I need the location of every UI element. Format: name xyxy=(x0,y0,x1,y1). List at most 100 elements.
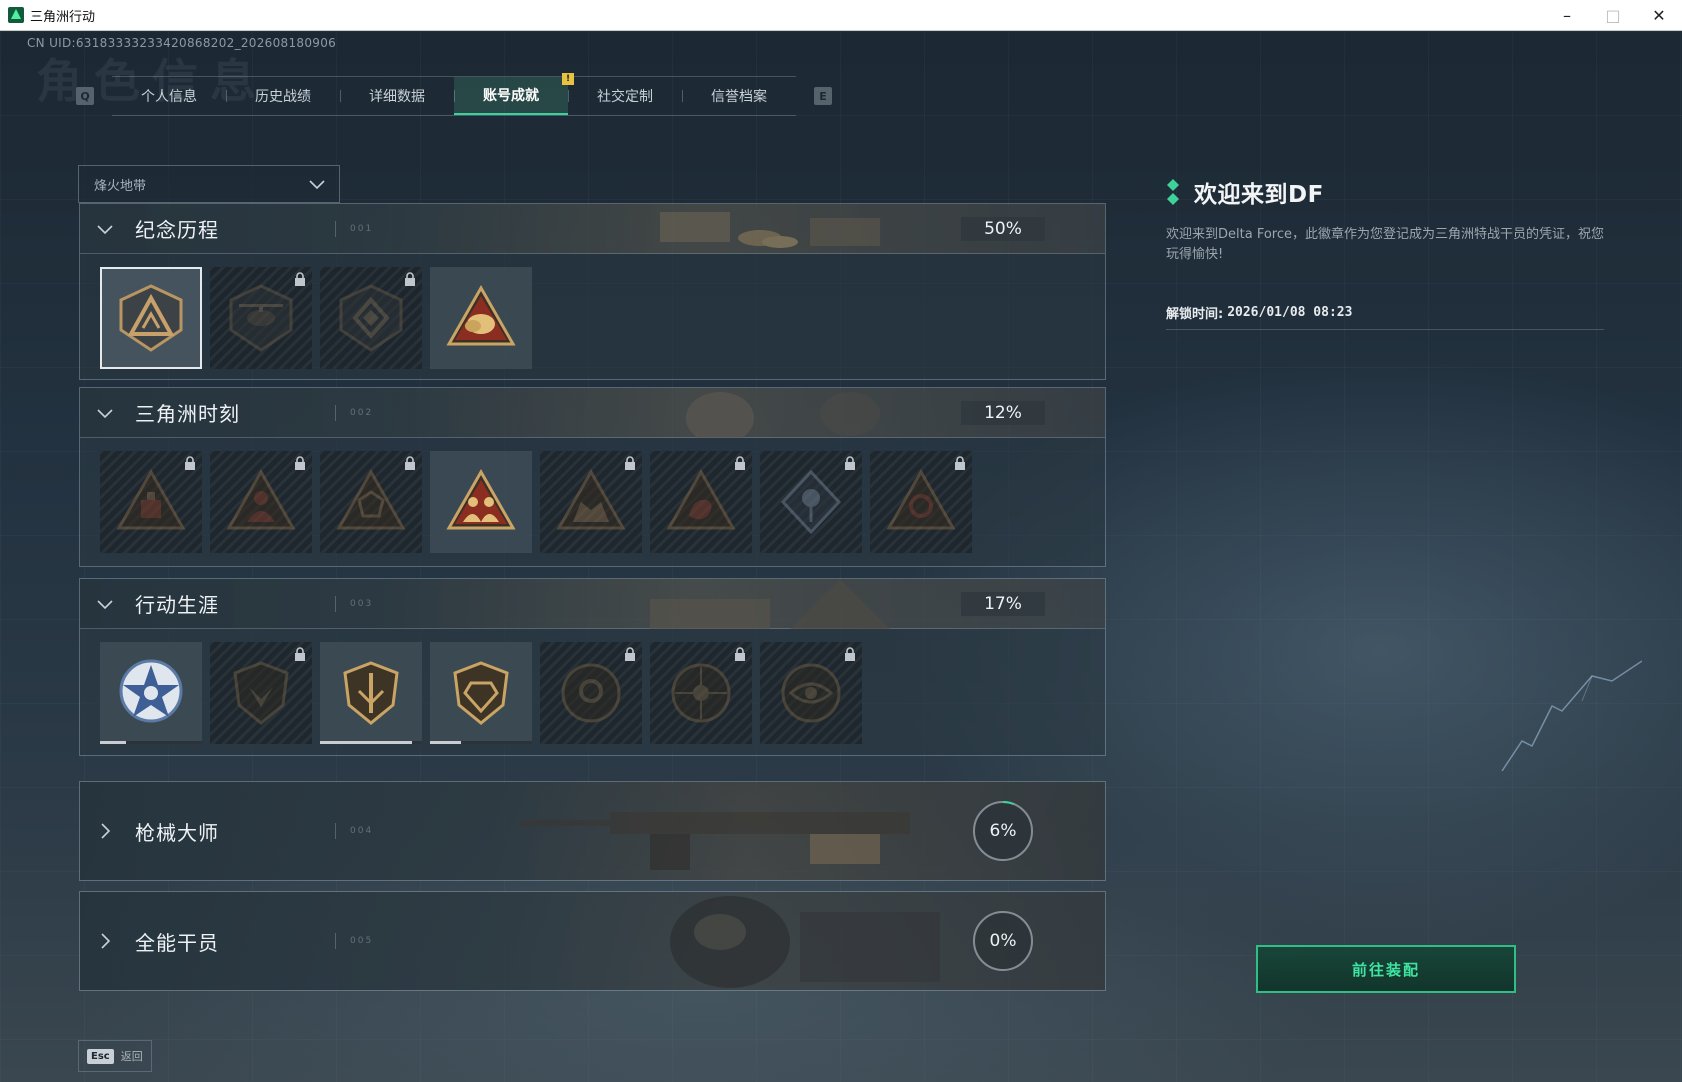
badge-star-elite[interactable] xyxy=(100,642,202,744)
progress-percent: 50% xyxy=(961,217,1045,241)
percent-label: 12% xyxy=(984,403,1022,423)
category-all-round-operator: 全能干员 005 0% xyxy=(79,891,1106,991)
chevron-down-icon xyxy=(309,180,325,190)
back-button[interactable]: Esc 返回 xyxy=(78,1040,152,1072)
tab-credit-record[interactable]: 信誉档案 xyxy=(682,77,796,115)
esc-key-hint: Esc xyxy=(87,1048,114,1064)
badge-skull-scope[interactable] xyxy=(650,642,752,744)
diamond-core-emblem-icon xyxy=(339,284,403,352)
progress-percent: 6% xyxy=(971,799,1035,863)
lightning-decoration xyxy=(1501,660,1642,771)
category-header[interactable]: 行动生涯 003 17% xyxy=(80,579,1105,629)
tab-label: 信誉档案 xyxy=(711,89,767,105)
chevron-right-icon xyxy=(101,933,111,949)
ruins-scene-image xyxy=(650,579,890,629)
progress-percent: 12% xyxy=(961,401,1045,425)
tab-list: 个人信息 历史战绩 详细数据 账号成就 ! 社交定制 信誉档案 xyxy=(112,73,796,116)
rose-emblem-icon xyxy=(780,469,842,535)
category-header[interactable]: 枪械大师 004 6% xyxy=(80,782,1105,880)
badge-team-squad[interactable] xyxy=(430,451,532,553)
lock-icon xyxy=(405,456,415,470)
badge-operator[interactable] xyxy=(210,451,312,553)
helicopter-emblem-icon xyxy=(229,284,293,352)
category-index: 001 xyxy=(350,223,374,234)
badge-drone-core[interactable] xyxy=(320,267,422,369)
progress-percent: 17% xyxy=(961,592,1045,616)
badge-skull-rune[interactable] xyxy=(870,451,972,553)
tab-label: 详细数据 xyxy=(369,89,425,105)
chevron-down-icon xyxy=(97,599,113,609)
category-weapon-master: 枪械大师 004 6% xyxy=(79,781,1106,881)
maximize-button[interactable]: □ xyxy=(1590,0,1636,31)
category-index: 002 xyxy=(350,407,374,418)
app-logo-icon xyxy=(8,7,24,23)
lock-icon xyxy=(625,647,635,661)
close-button[interactable]: ✕ xyxy=(1636,0,1682,31)
lock-icon xyxy=(295,272,305,286)
lock-icon xyxy=(295,647,305,661)
eye-ring-emblem-icon xyxy=(781,663,841,723)
target-ring-emblem-icon xyxy=(561,663,621,723)
badge-grid xyxy=(80,629,1105,755)
percent-label: 0% xyxy=(989,931,1017,951)
percent-label: 50% xyxy=(984,219,1022,239)
badge-progress-bar xyxy=(100,741,202,744)
tab-personal-info[interactable]: 个人信息 xyxy=(112,77,226,115)
beast-squad-emblem-icon xyxy=(556,468,626,530)
tab-match-history[interactable]: 历史战绩 xyxy=(226,77,340,115)
unlock-label: 解锁时间: xyxy=(1166,306,1224,322)
tab-social-customization[interactable]: ! 社交定制 xyxy=(562,73,682,115)
badge-eye-ring[interactable] xyxy=(760,642,862,744)
badge-blade-shield[interactable] xyxy=(320,642,422,744)
category-header[interactable]: 纪念历程 001 50% xyxy=(80,204,1105,254)
badge-welcome-df[interactable] xyxy=(100,267,202,369)
category-index: 005 xyxy=(350,936,374,946)
go-to-equip-button[interactable]: 前往装配 xyxy=(1256,945,1516,993)
badge-golden-egg[interactable] xyxy=(430,267,532,369)
shield-core-emblem-icon xyxy=(336,468,406,530)
badge-target-ring[interactable] xyxy=(540,642,642,744)
divider xyxy=(335,404,336,421)
player-uid: CN UID:6318333323342086820​2_20260818090… xyxy=(27,36,337,50)
mode-dropdown[interactable]: 烽火地带 xyxy=(78,165,340,203)
badge-dragon[interactable] xyxy=(650,451,752,553)
tab-detailed-stats[interactable]: 详细数据 xyxy=(340,77,454,115)
skull-rune-emblem-icon xyxy=(886,468,956,530)
badge-helicopter[interactable] xyxy=(210,267,312,369)
category-header[interactable]: 三角洲时刻 002 12% xyxy=(80,388,1105,438)
category-title: 纪念历程 xyxy=(135,218,219,242)
tab-account-achievements[interactable]: 账号成就 xyxy=(454,77,568,115)
percent-label: 17% xyxy=(984,594,1022,614)
category-index: 003 xyxy=(350,598,374,609)
badge-gem-shield[interactable] xyxy=(430,642,532,744)
operators-scene-image xyxy=(686,392,880,438)
tab-label: 社交定制 xyxy=(597,89,653,105)
dragon-emblem-icon xyxy=(666,468,736,530)
minimize-button[interactable]: – xyxy=(1544,0,1590,31)
badge-progress-bar xyxy=(430,741,532,744)
divider xyxy=(335,220,336,237)
tab-label: 账号成就 xyxy=(483,88,539,104)
tab-label: 个人信息 xyxy=(141,89,197,105)
next-tab-key[interactable]: E xyxy=(814,87,832,105)
progress-percent: 0% xyxy=(971,909,1035,973)
blade-shield-emblem-icon xyxy=(343,661,399,725)
badge-beast-squad[interactable] xyxy=(540,451,642,553)
window-title: 三角洲行动 xyxy=(30,9,96,25)
skull-scope-emblem-icon xyxy=(671,663,731,723)
window-titlebar: 三角洲行动 – □ ✕ xyxy=(0,0,1682,31)
prev-tab-key[interactable]: Q xyxy=(76,87,94,105)
divider xyxy=(335,823,336,839)
divider xyxy=(335,595,336,612)
badge-supply-crate[interactable] xyxy=(100,451,202,553)
category-title: 枪械大师 xyxy=(135,820,219,845)
category-header[interactable]: 全能干员 005 0% xyxy=(80,892,1105,990)
badge-eagle-shield[interactable] xyxy=(210,642,312,744)
team-squad-emblem-icon xyxy=(446,468,516,530)
back-label: 返回 xyxy=(120,1050,143,1063)
detail-description: 欢迎来到Delta Force，此徽章作为您登记成为三角洲特战干员的凭证，祝您玩… xyxy=(1166,227,1604,262)
badge-shield-core[interactable] xyxy=(320,451,422,553)
badge-rose[interactable] xyxy=(760,451,862,553)
badge-grid xyxy=(80,438,1105,566)
gem-shield-emblem-icon xyxy=(453,661,509,725)
